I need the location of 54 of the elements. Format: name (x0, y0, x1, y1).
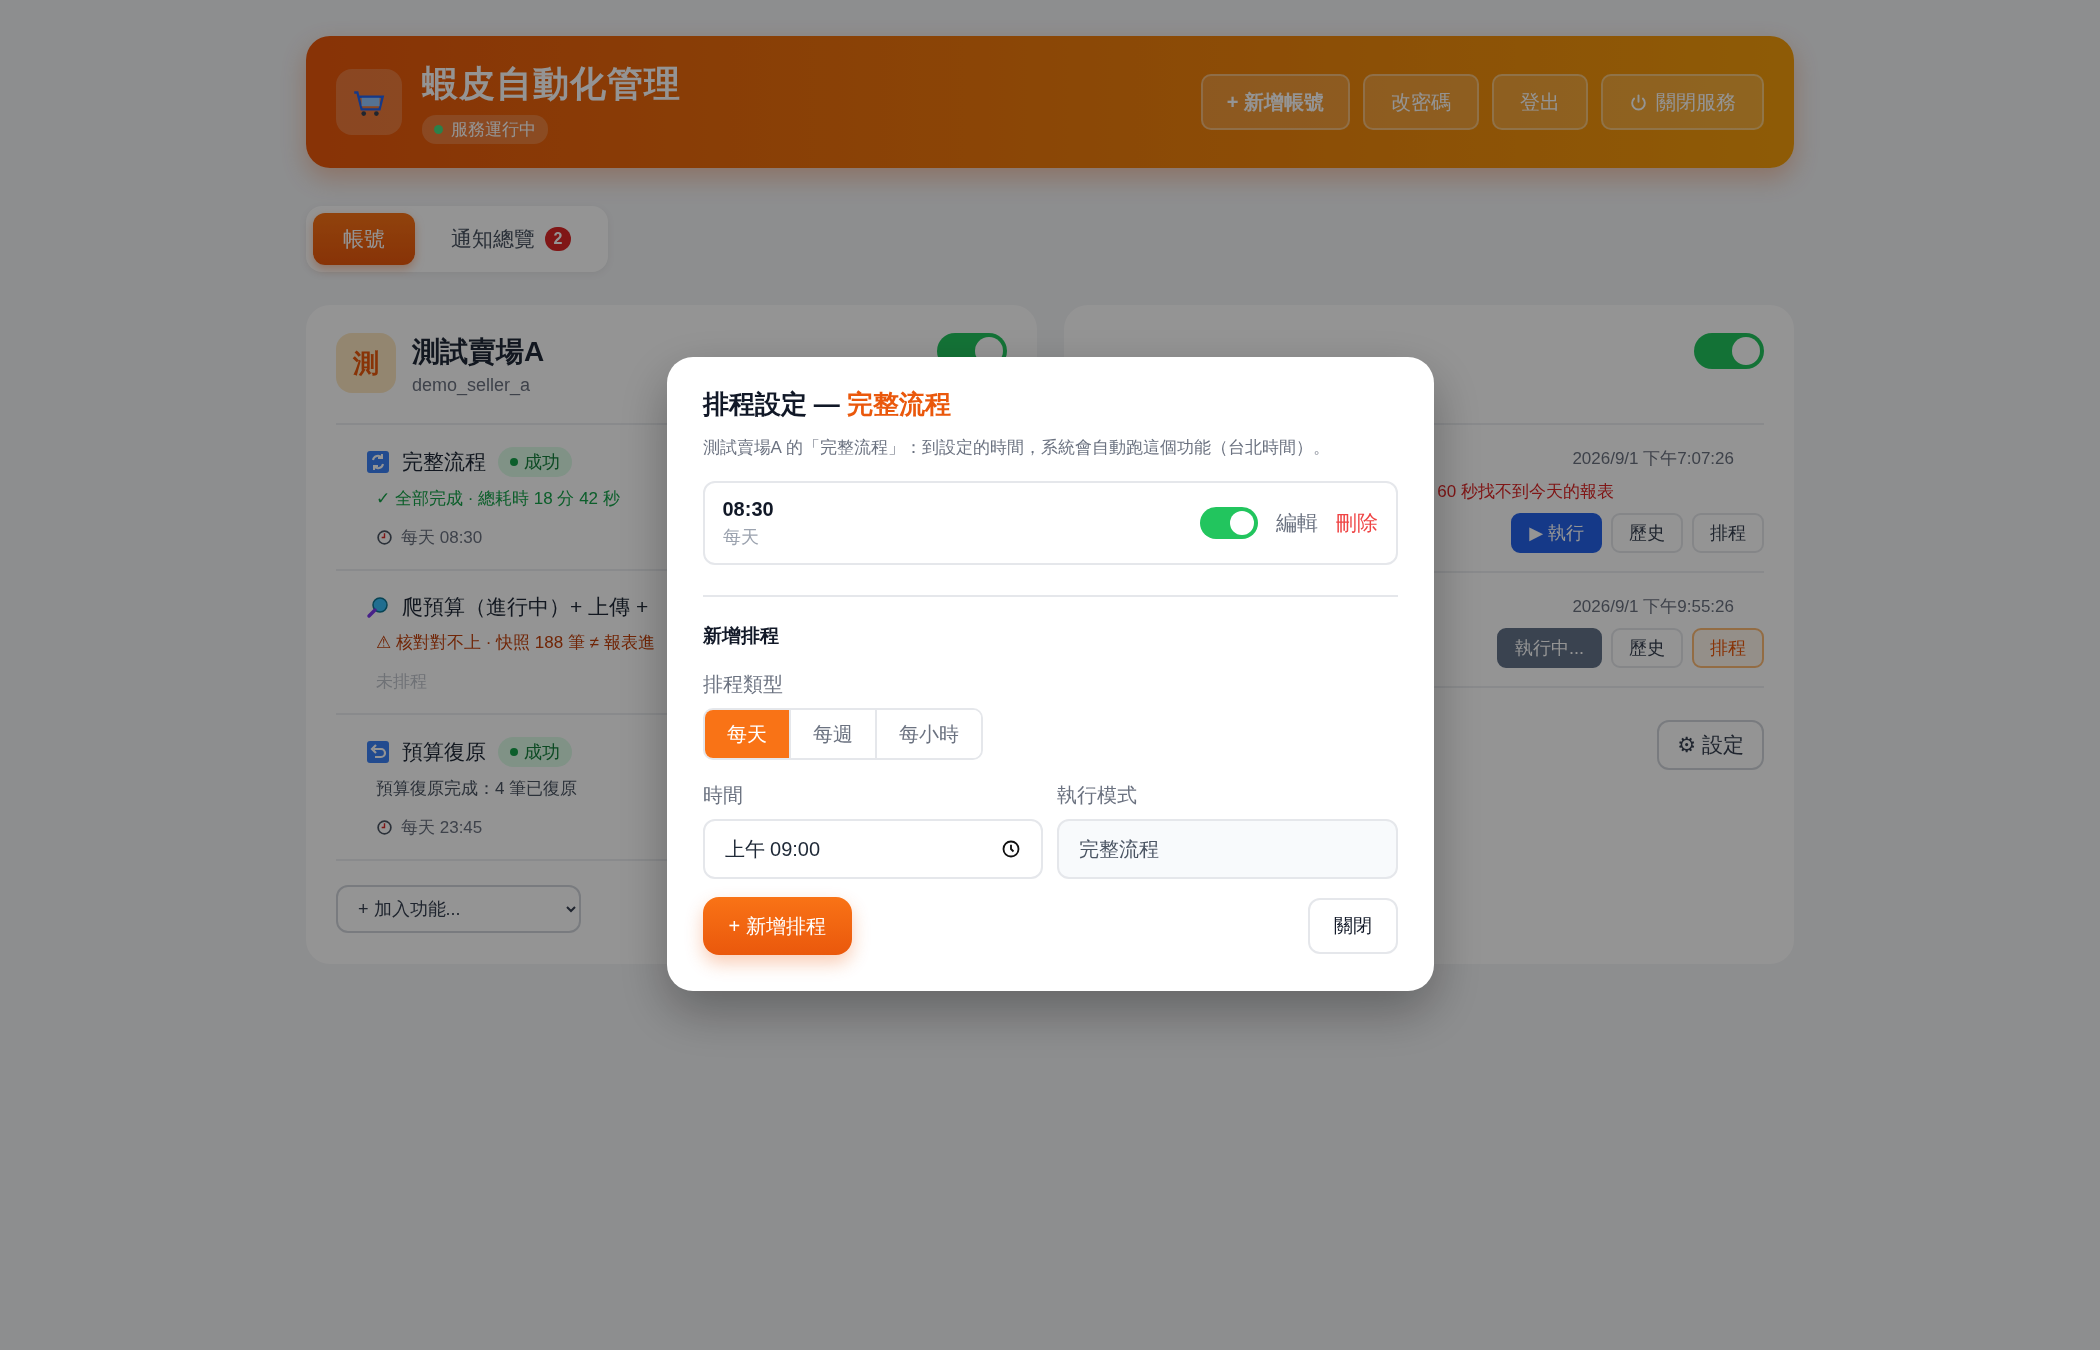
task-name: 爬預算（進行中）+ 上傳 + (402, 594, 649, 620)
dialog-title: 排程設定 — 完整流程 (702, 388, 952, 421)
magnifier-icon (366, 595, 390, 619)
close-button[interactable]: 關閉 (1307, 898, 1398, 954)
time-input[interactable]: 上午 09:00 (702, 819, 1043, 879)
status-badge: 成功 (498, 447, 572, 477)
mode-field[interactable]: 完整流程 (1057, 819, 1398, 879)
task-button[interactable]: 排程 (1692, 628, 1764, 668)
avatar-tile: 測 (336, 333, 396, 393)
clock-icon (376, 819, 393, 836)
task-message: ✓ 全部完成 · 總耗時 18 分 42 秒 (375, 488, 620, 510)
field-label: 時間 (702, 783, 744, 808)
task-button[interactable]: 排程 (1692, 513, 1764, 553)
schedule-time: 08:30 (722, 497, 775, 521)
task-name: 預算復原 (402, 739, 486, 765)
account-name: 測試賣場A (412, 335, 546, 369)
schedule-text: 每天 23:45 (401, 817, 483, 839)
account-username: demo_seller_a (412, 375, 532, 396)
toggle-switch[interactable] (1199, 507, 1258, 539)
task-name: 完整流程 (402, 449, 486, 475)
task-button[interactable]: 歷史 (1611, 628, 1683, 668)
task-message: 預算復原完成：4 筆已復原 (375, 778, 578, 800)
tab[interactable]: 帳號 (313, 213, 415, 265)
tab[interactable]: 通知總覽 2 (421, 213, 601, 265)
segment-option[interactable]: 每小時 (874, 710, 981, 758)
settings-button[interactable]: ⚙ 設定 (1657, 720, 1764, 770)
dialog-description: 測試賣場A 的「完整流程」：到設定的時間，系統會自動跑這個功能（台北時間）。 (702, 437, 1331, 459)
delete-link[interactable]: 刪除 (1335, 509, 1378, 537)
status-dot (434, 125, 443, 134)
task-button[interactable]: ▶ 執行 (1511, 513, 1602, 553)
add-function-dropdown[interactable]: + 加入功能... (336, 885, 581, 933)
count-badge: 2 (545, 227, 571, 251)
section-heading: 新增排程 (702, 624, 780, 648)
power-icon (1629, 92, 1648, 112)
status-badge: 成功 (498, 737, 572, 767)
clock-icon (376, 529, 393, 546)
add-schedule-button[interactable]: + 新增排程 (702, 897, 852, 955)
edit-link[interactable]: 編輯 (1275, 509, 1318, 537)
clock-icon (1001, 839, 1021, 859)
refresh-icon (366, 450, 390, 474)
segment-option[interactable]: 每天 (704, 710, 789, 758)
status-text: 服務運行中 (451, 119, 536, 141)
task-message: 60 秒找不到今天的報表 (1436, 481, 1615, 503)
timestamp: 2026/9/1 下午9:55:26 (1572, 596, 1735, 618)
task-button[interactable]: 歷史 (1611, 513, 1683, 553)
field-label: 執行模式 (1057, 783, 1138, 808)
app-title: 蝦皮自動化管理 (422, 62, 682, 106)
schedule-text: 每天 08:30 (401, 527, 483, 549)
schedule-frequency: 每天 (722, 525, 760, 549)
timestamp: 2026/9/1 下午7:07:26 (1572, 448, 1735, 470)
field-label: 排程類型 (702, 672, 784, 697)
task-message: ⚠ 核對對不上 · 快照 188 筆 ≠ 報表進 (375, 632, 655, 654)
toggle-switch[interactable] (1694, 333, 1764, 369)
return-icon (366, 740, 390, 764)
